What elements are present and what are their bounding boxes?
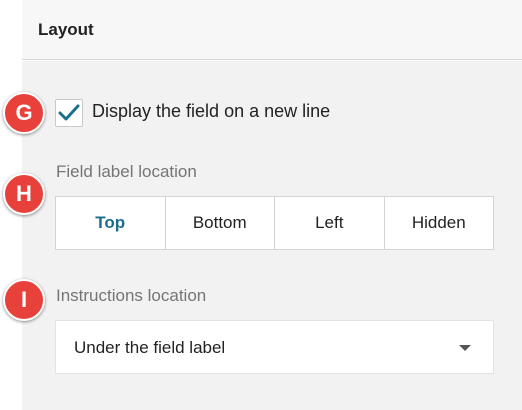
chevron-down-icon xyxy=(459,345,471,351)
section-header: Layout xyxy=(22,0,522,60)
new-line-checkbox-label[interactable]: Display the field on a new line xyxy=(92,101,330,122)
new-line-checkbox[interactable] xyxy=(55,99,83,127)
layout-settings-page: Layout G H I Display the field on a new … xyxy=(0,0,522,410)
label-location-option-hidden[interactable]: Hidden xyxy=(383,197,493,249)
field-label-location-title: Field label location xyxy=(56,162,197,181)
label-location-option-left[interactable]: Left xyxy=(274,197,384,249)
instructions-location-title: Instructions location xyxy=(56,286,207,305)
checkmark-icon xyxy=(58,104,80,121)
field-label-location-selector: Top Bottom Left Hidden xyxy=(55,196,494,250)
instructions-location-value: Under the field label xyxy=(74,338,226,357)
label-location-option-top[interactable]: Top xyxy=(56,197,165,249)
instructions-location-dropdown[interactable]: Under the field label xyxy=(55,320,494,374)
section-title: Layout xyxy=(38,20,94,39)
label-location-option-bottom[interactable]: Bottom xyxy=(164,197,274,249)
annotation-marker-i: I xyxy=(3,279,45,321)
annotation-marker-g: G xyxy=(3,92,45,134)
annotation-marker-h: H xyxy=(3,173,45,215)
